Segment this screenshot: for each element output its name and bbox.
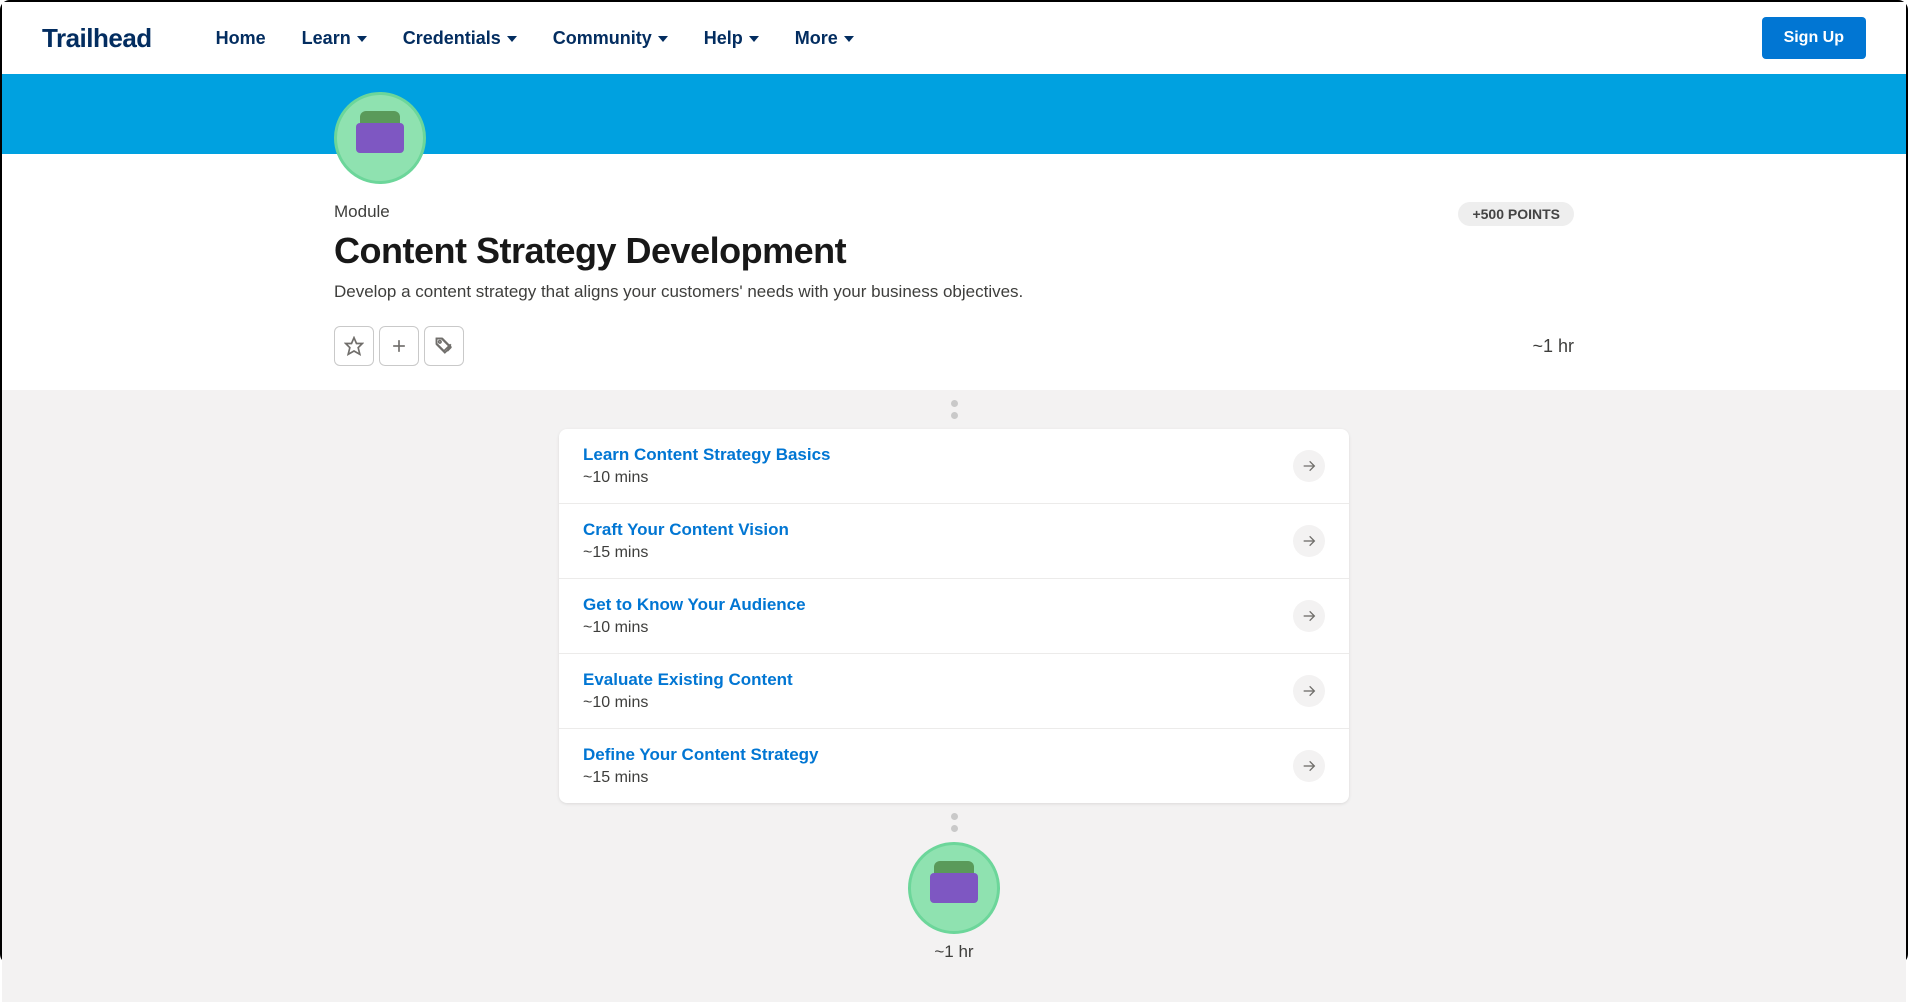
nav-community[interactable]: Community — [553, 28, 668, 49]
nav-items: Home Learn Credentials Community Help Mo… — [216, 28, 854, 49]
top-nav: Trailhead Home Learn Credentials Communi… — [2, 2, 1906, 74]
connector-dots-top — [2, 390, 1906, 429]
arrow-right-icon — [1301, 683, 1317, 699]
actions-row: ~1 hr — [334, 326, 1574, 366]
nav-help-label: Help — [704, 28, 743, 49]
unit-start-button[interactable] — [1293, 600, 1325, 632]
module-duration: ~1 hr — [1532, 336, 1574, 357]
nav-credentials-label: Credentials — [403, 28, 501, 49]
nav-more[interactable]: More — [795, 28, 854, 49]
arrow-right-icon — [1301, 458, 1317, 474]
nav-home[interactable]: Home — [216, 28, 266, 49]
unit-row[interactable]: Define Your Content Strategy ~15 mins — [559, 729, 1349, 803]
arrow-right-icon — [1301, 758, 1317, 774]
chevron-down-icon — [507, 36, 517, 42]
plus-icon — [389, 336, 409, 356]
module-header: +500 POINTS Module Content Strategy Deve… — [314, 154, 1594, 366]
hero-band — [2, 74, 1906, 154]
favorite-button[interactable] — [334, 326, 374, 366]
completion-duration: ~1 hr — [2, 942, 1906, 962]
unit-start-button[interactable] — [1293, 750, 1325, 782]
unit-duration: ~10 mins — [583, 469, 831, 487]
nav-more-label: More — [795, 28, 838, 49]
unit-title[interactable]: Craft Your Content Vision — [583, 520, 789, 540]
module-badge-icon — [334, 92, 426, 184]
unit-info: Craft Your Content Vision ~15 mins — [583, 520, 789, 562]
nav-help[interactable]: Help — [704, 28, 759, 49]
page-title: Content Strategy Development — [334, 230, 1574, 272]
unit-row[interactable]: Craft Your Content Vision ~15 mins — [559, 504, 1349, 579]
unit-title[interactable]: Evaluate Existing Content — [583, 670, 793, 690]
tag-icon — [434, 336, 454, 356]
arrow-right-icon — [1301, 608, 1317, 624]
units-section: Learn Content Strategy Basics ~10 mins C… — [2, 390, 1906, 1002]
unit-start-button[interactable] — [1293, 450, 1325, 482]
unit-info: Learn Content Strategy Basics ~10 mins — [583, 445, 831, 487]
completion-badge-icon — [908, 842, 1000, 934]
unit-title[interactable]: Get to Know Your Audience — [583, 595, 806, 615]
chevron-down-icon — [658, 36, 668, 42]
nav-learn[interactable]: Learn — [302, 28, 367, 49]
nav-home-label: Home — [216, 28, 266, 49]
unit-start-button[interactable] — [1293, 525, 1325, 557]
tags-button[interactable] — [424, 326, 464, 366]
module-description: Develop a content strategy that aligns y… — [334, 282, 1574, 302]
unit-duration: ~15 mins — [583, 544, 789, 562]
unit-row[interactable]: Get to Know Your Audience ~10 mins — [559, 579, 1349, 654]
unit-info: Define Your Content Strategy ~15 mins — [583, 745, 819, 787]
unit-info: Get to Know Your Audience ~10 mins — [583, 595, 806, 637]
unit-title[interactable]: Learn Content Strategy Basics — [583, 445, 831, 465]
units-card: Learn Content Strategy Basics ~10 mins C… — [559, 429, 1349, 803]
chevron-down-icon — [357, 36, 367, 42]
module-label: Module — [334, 154, 1574, 222]
add-button[interactable] — [379, 326, 419, 366]
unit-info: Evaluate Existing Content ~10 mins — [583, 670, 793, 712]
star-icon — [344, 336, 364, 356]
arrow-right-icon — [1301, 533, 1317, 549]
nav-credentials[interactable]: Credentials — [403, 28, 517, 49]
connector-dots-bottom — [2, 803, 1906, 842]
unit-duration: ~15 mins — [583, 769, 819, 787]
unit-row[interactable]: Evaluate Existing Content ~10 mins — [559, 654, 1349, 729]
unit-duration: ~10 mins — [583, 619, 806, 637]
nav-learn-label: Learn — [302, 28, 351, 49]
chevron-down-icon — [749, 36, 759, 42]
unit-title[interactable]: Define Your Content Strategy — [583, 745, 819, 765]
unit-duration: ~10 mins — [583, 694, 793, 712]
logo[interactable]: Trailhead — [42, 23, 152, 54]
points-badge: +500 POINTS — [1458, 202, 1574, 226]
sign-up-button[interactable]: Sign Up — [1762, 17, 1866, 59]
nav-community-label: Community — [553, 28, 652, 49]
unit-row[interactable]: Learn Content Strategy Basics ~10 mins — [559, 429, 1349, 504]
unit-start-button[interactable] — [1293, 675, 1325, 707]
chevron-down-icon — [844, 36, 854, 42]
